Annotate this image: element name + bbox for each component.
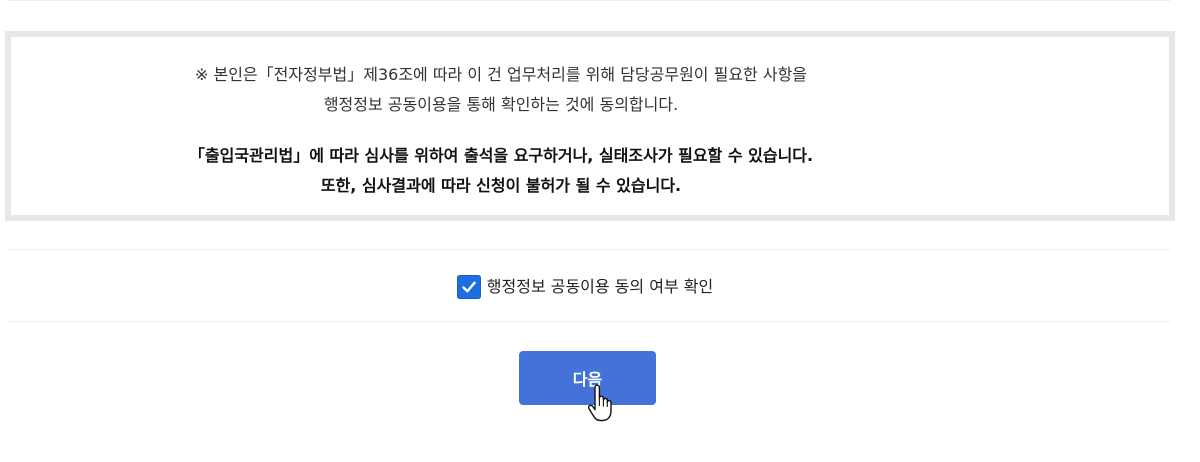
check-icon	[462, 281, 476, 293]
notice-line-3: 「출입국관리법」에 따라 심사를 위하여 출석을 요구하거나, 실태조사가 필요…	[188, 146, 814, 165]
notice-line-1: ※ 본인은「전자정부법」제36조에 따라 이 건 업무처리를 위해 담당공무원이…	[194, 65, 808, 84]
next-button-label: 다음	[572, 370, 603, 389]
top-divider	[8, 0, 1170, 1]
consent-row: 행정정보 공동이용 동의 여부 확인	[0, 275, 1170, 299]
notice-line-2: 행정정보 공동이용을 통해 확인하는 것에 동의합니다.	[323, 95, 679, 114]
next-button[interactable]: 다음	[519, 351, 656, 405]
divider-upper	[8, 249, 1170, 250]
divider-lower	[8, 321, 1170, 322]
consent-label[interactable]: 행정정보 공동이용 동의 여부 확인	[487, 275, 713, 299]
notice-line-4: 또한, 심사결과에 따라 신청이 불허가 될 수 있습니다.	[320, 176, 682, 195]
consent-page: ※ 본인은「전자정부법」제36조에 따라 이 건 업무처리를 위해 담당공무원이…	[0, 0, 1200, 462]
consent-checkbox[interactable]	[456, 275, 481, 299]
notice-box: ※ 본인은「전자정부법」제36조에 따라 이 건 업무처리를 위해 담당공무원이…	[5, 31, 1175, 221]
